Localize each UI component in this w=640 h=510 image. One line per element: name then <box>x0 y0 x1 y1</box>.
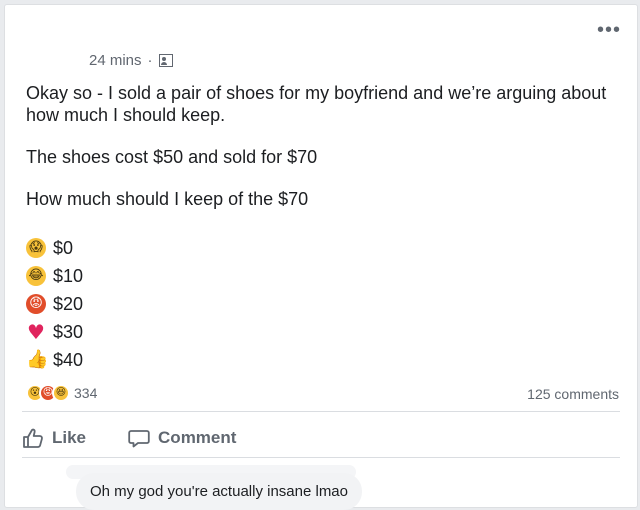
option-label: $40 <box>53 349 84 370</box>
option-0: 😱 $0 <box>26 234 83 262</box>
laugh-emoji-icon: 😂 <box>26 266 46 286</box>
comment-label: Comment <box>158 428 237 447</box>
post-body: Okay so - I sold a pair of shoes for my … <box>26 82 626 230</box>
post-card: ••• 24 mins · Okay so - I sold a pair of… <box>4 4 638 510</box>
timestamp[interactable]: 24 mins <box>89 52 142 69</box>
post-paragraph: Okay so - I sold a pair of shoes for my … <box>26 83 607 125</box>
post-paragraph: How much should I keep of the $70 <box>26 189 309 209</box>
poll-options: 😱 $0 😂 $10 😡 $20 ♥ $30 👍 $40 <box>26 234 83 374</box>
comment-row: Oh my god you're actually insane lmao <box>22 465 620 510</box>
option-label: $10 <box>53 265 84 286</box>
comment-bubble[interactable]: Oh my god you're actually insane lmao <box>76 473 362 510</box>
option-label: $20 <box>53 293 84 314</box>
divider <box>22 411 620 412</box>
reactions-summary[interactable]: 😮 😡 😆 334 <box>26 384 97 402</box>
option-label: $0 <box>53 237 74 258</box>
divider <box>22 457 620 458</box>
haha-reaction-icon: 😆 <box>52 384 70 402</box>
thumbs-up-emoji-icon: 👍 <box>26 349 49 370</box>
scream-emoji-icon: 😱 <box>26 238 46 258</box>
post-paragraph: The shoes cost $50 and sold for $70 <box>26 147 318 167</box>
like-button[interactable]: Like <box>22 428 86 448</box>
heart-emoji-icon: ♥ <box>27 320 45 344</box>
option-2: 😡 $20 <box>26 290 83 318</box>
more-options-button[interactable]: ••• <box>597 20 621 40</box>
angry-emoji-icon: 😡 <box>26 294 46 314</box>
comment-bubble-icon <box>128 430 150 448</box>
friends-icon[interactable] <box>158 54 173 67</box>
comment-button[interactable]: Comment <box>128 428 236 448</box>
option-3: ♥ $30 <box>26 318 83 346</box>
post-meta: 24 mins · <box>89 52 173 69</box>
separator: · <box>147 52 153 69</box>
reaction-count[interactable]: 334 <box>74 385 97 401</box>
like-label: Like <box>52 428 87 447</box>
option-label: $30 <box>53 321 84 342</box>
comments-count-link[interactable]: 125 comments <box>527 386 619 402</box>
option-4: 👍 $40 <box>26 346 83 374</box>
comment-text: Oh my god you're actually insane lmao <box>90 483 348 500</box>
action-bar: Like Comment <box>22 423 620 453</box>
option-1: 😂 $10 <box>26 262 83 290</box>
thumbs-up-icon <box>23 428 43 448</box>
